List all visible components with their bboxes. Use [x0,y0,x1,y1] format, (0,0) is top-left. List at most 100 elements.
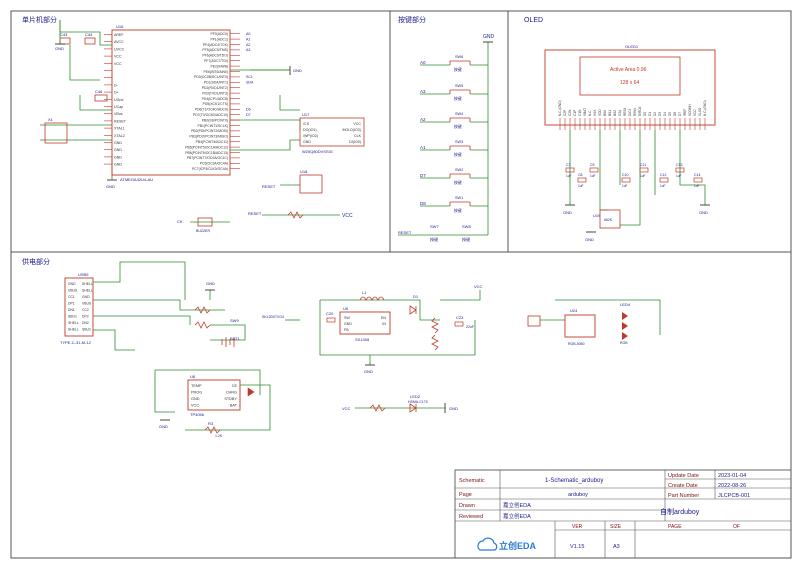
mcu-left-pin-label: UCap [114,105,123,109]
tb-size-label: SIZE [610,524,622,530]
resistor-r6 [194,321,211,329]
usb-pin-label: GND [82,295,90,299]
cap-c20 [326,317,336,323]
flash-right-pin-label: VCC [353,122,361,126]
cap-c23 [454,321,464,327]
mcu-right-pin-label: PB7(PCINT7/OC0A/OC1C) [187,156,228,160]
charger-frame-wire [155,369,261,395]
status-led-ref: LED2 [410,394,421,399]
mcu-left-pin-label: XTAL1 [114,127,125,131]
oled-pin-label: VSS [593,110,597,116]
mcu-right-pin-label: PF1(ADC1) [210,37,228,41]
oled-regulator-name: 662K [604,218,613,222]
usb-pin-label: SBU1 [68,315,77,319]
power-wire-usb-bot [93,329,135,351]
rgb-wire-top [555,299,661,335]
key-switch-ref: SW2 [455,168,463,172]
mcu-left-pin-label: GND [114,155,122,159]
rgb-chip-ref: U24 [570,308,578,313]
oled-gnd-2: GND [699,204,710,215]
oled-pin-label: C1N [578,109,582,116]
mcu-left-pin-label: UVCC [114,47,125,51]
cloud-logo-icon [477,537,498,551]
boost-pin-label: SW [344,316,350,320]
charger-left-pin-label: PROG [191,391,202,395]
rgb-led-ref: LED4 [620,302,631,307]
tb-create-value: 2022-08-26 [718,483,746,489]
oled-capacitor-ref: C8 [578,173,583,177]
mcu-left-pin-label: VBus [114,112,123,116]
oled-capacitor [639,167,649,173]
mcu-right-pin-label: PD6(T1/OC4D/ADC9) [195,108,228,112]
oled-capacitor-value: 1uF [566,174,572,178]
oled-pin-label: BS1 [608,110,612,116]
oled-pin-label: D2 [653,112,657,116]
key-switch-ref: SW6 [455,55,463,59]
oled-pin-label: VLSS [698,108,702,116]
mcu-left-pin-labels: AREF AVCC UVCC VCC VCC D- D+ UGnd UCap VBus RESET X… [104,33,127,167]
boost-pin-labels: SW GND FB EN IN [344,316,386,332]
power-switch-name: SK12D07VG4 [262,315,284,319]
power-section: USB5 TYPE-C-31-M-12 GND VBUS CC1 DP1 DN1 SBU1… [60,261,661,438]
oled-section: OLED1 Active Area 0.96 128 x 64 N.C.(GND… [544,44,716,242]
mcu-right-pin-label: PF7(ADC7/TDI) [204,59,228,63]
mcu-right-pin-label: PD2(RXD1/INT2) [202,86,228,90]
mcu-wire-top2 [69,45,100,81]
tb-ver-value: V1.15 [570,544,584,550]
oled-capacitor-ref: C13 [676,163,682,167]
mcu-left-pin-label: RESET [114,119,127,123]
svg-text:GND: GND [699,210,708,215]
oled-pin-label: C2N [568,109,572,116]
mcu-right-pin-label: PB0(SS/PCINT0) [202,118,228,122]
rgb-chip [564,314,596,338]
usb-pin-labels: GND VBUS CC1 DP1 DN1 SBU1 SHELL SHELL SHELL SHELL… [68,282,93,332]
rgb-chip-name: RGB-5050 [568,342,585,346]
crystal-label: X1 [48,117,54,122]
schematic-sheet: 单片机部分 按键部分 OLED 供电部分 U16 ATMEGA32U4-AU A… [10,10,792,559]
oled-pin-label: E/RD# [638,106,642,116]
tb-schematic-value: 1-Schematic_arduboy [545,478,603,484]
mcu-right-pin-label: PB2(PDI/PCINT2/MOSI) [191,129,228,133]
tb-schematic-label: Schematic [459,478,485,484]
oled-capacitor-value: 1uF [640,174,646,178]
oled-capacitor-ref: C10 [622,173,628,177]
mcu-right-pin-label: PD1(SDA/INT1) [204,81,228,85]
oled-capacitor-ref: C11 [640,163,646,167]
cap-c20-label: C20 [326,311,334,316]
oled-pin-label: C1P [573,110,577,116]
mcu-section: U16 ATMEGA32U4-AU AREF AVCC UVCC VCC VCC D- D+… [40,20,365,233]
oled-resolution-label: 128 x 64 [620,80,639,86]
usb-pin-label: CC2 [82,308,89,312]
mcu-right-pin-label: PD3(TXD1/INT3) [202,91,228,95]
boost-pin-label: EN [381,316,386,320]
mcu-right-net-label: SCL [246,75,253,79]
keys-reset-net: RESET [398,230,412,235]
vcc-label-mcu: VCC [342,213,353,219]
rgb-led-name: RGB [620,341,628,345]
mcu-right-net-label: A1 [246,37,250,41]
mcu-right-net-label: D7 [246,113,251,117]
key-switch-name: 按键 [454,152,462,157]
mcu-right-pin-label: PF0(ADC0) [210,32,228,36]
key-switch-name: 按键 [454,208,462,213]
mcu-right-net-label: D6 [246,108,251,112]
svg-text:GND: GND [585,237,594,242]
oled-capacitor-ref: C7 [566,163,571,167]
charger-gnd: GND [159,419,170,429]
reset-chip-ref: U18 [300,169,308,174]
resistor-r3-value: 1.2K [215,434,223,438]
mcu-right-pin-label: PC7(ICP3/CLK0/OC4A) [192,167,228,171]
cap-label-c43: C43 [60,32,68,37]
key-net-label: A3 [420,89,426,94]
mcu-right-net-labels: A0A1 A2A3 SCL SDA D6D7 [246,32,254,117]
mcu-wire-right-c [230,139,300,151]
tb-page-no-label: PAGE [668,524,682,530]
mcu-right-pin-label: PC6(OC3A/OC4A) [200,162,228,166]
boost-pin-label: IN [382,322,386,326]
keys-gnd-label: GND [483,34,495,40]
key-switch-ref: SW4 [455,112,463,116]
boost-ref: U6 [343,306,349,311]
flash-left-pin-label: GND [303,140,311,144]
mcu-right-pin-label: PB3(PDO/PCINT3/MISO) [189,135,228,139]
usb-pin-label: DP2 [82,315,89,319]
